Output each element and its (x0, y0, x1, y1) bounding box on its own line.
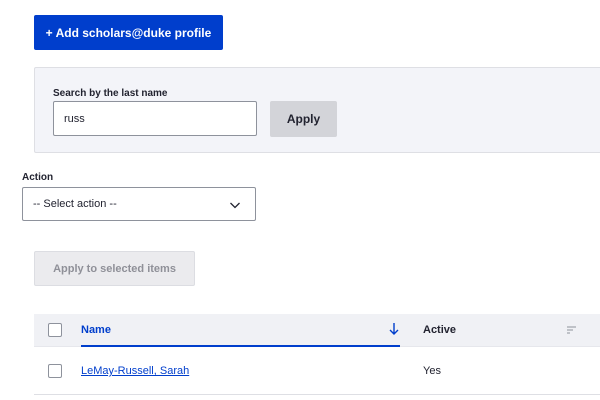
search-input-value: russ (64, 112, 85, 125)
select-all-checkbox[interactable] (48, 323, 62, 337)
filter-apply-button[interactable]: Apply (270, 101, 337, 137)
sort-icon[interactable] (567, 326, 576, 334)
profile-active-status: Yes (423, 365, 441, 377)
last-name-search-input[interactable]: russ (53, 101, 257, 136)
table-header: Name Active (34, 314, 600, 347)
active-sort-underline (81, 345, 400, 347)
action-select[interactable]: -- Select action -- (22, 187, 256, 221)
profile-name-link[interactable]: LeMay-Russell, Sarah (81, 365, 189, 377)
sort-descending-icon[interactable] (388, 322, 400, 336)
column-header-name[interactable]: Name (81, 324, 111, 336)
add-profile-button[interactable]: + Add scholars@duke profile (34, 15, 223, 50)
column-header-active[interactable]: Active (423, 324, 456, 336)
page: + Add scholars@duke profile Search by th… (0, 0, 600, 400)
filter-panel: Search by the last name russ Apply (34, 67, 600, 153)
search-field-label: Search by the last name (53, 88, 168, 99)
table-row: LeMay-Russell, Sarah Yes (34, 348, 600, 395)
row-select-checkbox[interactable] (48, 364, 62, 378)
chevron-down-icon (230, 202, 240, 209)
action-label: Action (22, 172, 54, 183)
action-select-value: -- Select action -- (33, 198, 117, 210)
apply-to-selected-button[interactable]: Apply to selected items (34, 251, 195, 286)
